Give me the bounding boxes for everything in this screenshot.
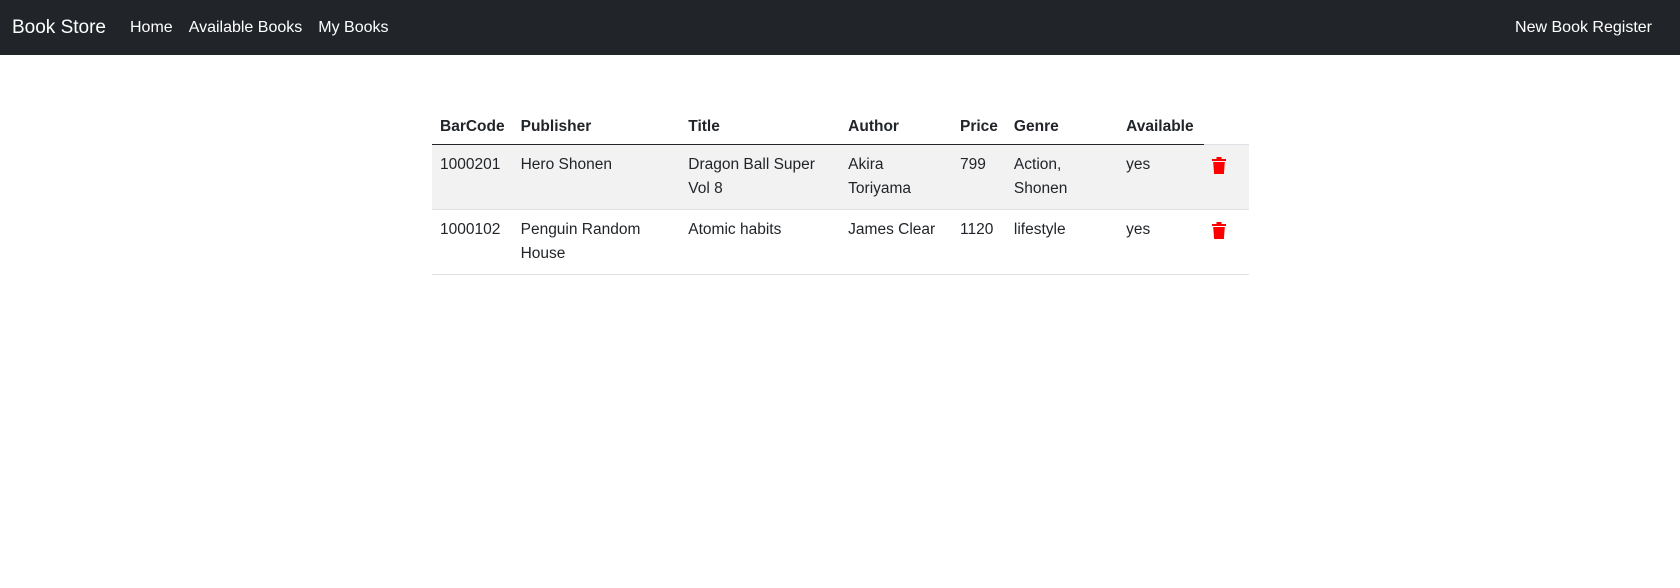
header-available: Available: [1118, 105, 1204, 145]
header-barcode: BarCode: [432, 105, 513, 145]
cell-publisher: Hero Shonen: [512, 144, 681, 210]
navbar: Book Store Home Available Books My Books…: [0, 0, 1680, 55]
nav-link-new-book-register[interactable]: New Book Register: [1515, 19, 1668, 37]
header-genre: Genre: [1005, 105, 1119, 145]
header-action: [1203, 105, 1249, 145]
cell-available: yes: [1118, 144, 1204, 210]
cell-barcode: 1000102: [432, 209, 513, 275]
books-table-container: BarCode Publisher Title Author Price Gen…: [432, 105, 1249, 275]
cell-action: [1203, 209, 1249, 275]
nav-link-available-books[interactable]: Available Books: [181, 19, 311, 37]
table-row: 1000201 Hero Shonen Dragon Ball Super Vo…: [432, 144, 1249, 210]
cell-publisher: Penguin Random House: [512, 209, 681, 275]
cell-genre: Action, Shonen: [1005, 144, 1119, 210]
nav-link-home[interactable]: Home: [122, 19, 181, 37]
cell-title: Dragon Ball Super Vol 8: [680, 144, 841, 210]
table-row: 1000102 Penguin Random House Atomic habi…: [432, 209, 1249, 275]
cell-available: yes: [1118, 209, 1204, 275]
trash-icon[interactable]: [1211, 222, 1226, 239]
cell-price: 799: [952, 144, 1006, 210]
books-table: BarCode Publisher Title Author Price Gen…: [432, 105, 1249, 275]
cell-barcode: 1000201: [432, 144, 513, 210]
cell-price: 1120: [952, 209, 1006, 275]
cell-title: Atomic habits: [680, 209, 841, 275]
trash-icon[interactable]: [1211, 157, 1226, 174]
cell-action: [1203, 144, 1249, 210]
cell-genre: lifestyle: [1005, 209, 1119, 275]
brand-link[interactable]: Book Store: [12, 17, 106, 39]
header-author: Author: [840, 105, 952, 145]
table-header-row: BarCode Publisher Title Author Price Gen…: [432, 105, 1249, 145]
header-publisher: Publisher: [512, 105, 681, 145]
cell-author: Akira Toriyama: [840, 144, 952, 210]
cell-author: James Clear: [840, 209, 952, 275]
nav-links: Home Available Books My Books: [122, 19, 397, 37]
nav-link-my-books[interactable]: My Books: [310, 19, 396, 37]
header-price: Price: [952, 105, 1006, 145]
header-title: Title: [680, 105, 841, 145]
